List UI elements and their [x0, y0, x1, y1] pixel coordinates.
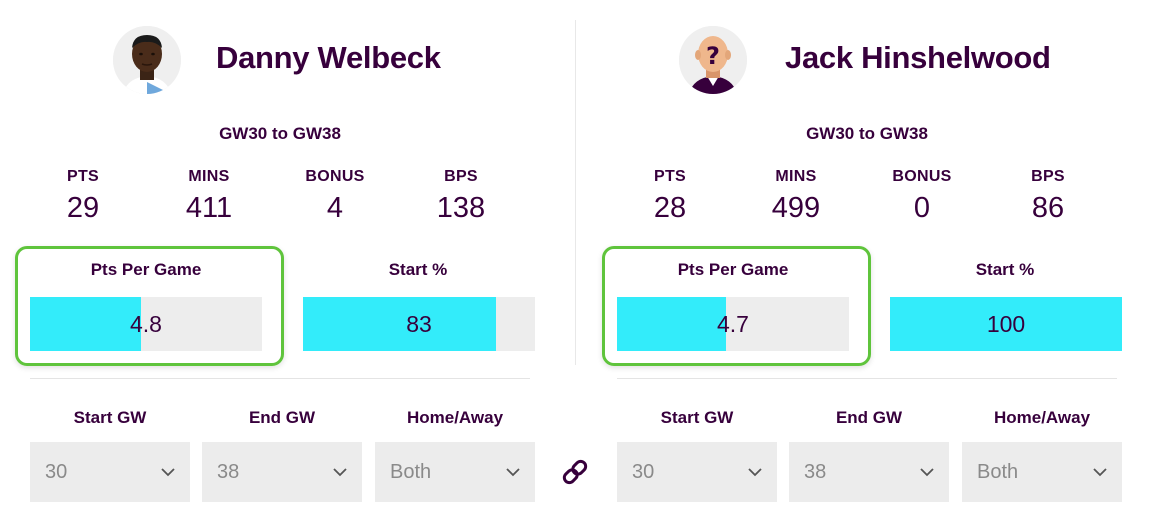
- stat-value: 0: [913, 192, 931, 224]
- link-filters-button[interactable]: [558, 455, 592, 489]
- filter-label: Start GW: [73, 408, 147, 427]
- metric-bar-track: 4.7: [617, 297, 849, 351]
- select-value: 38: [804, 461, 827, 483]
- metric-label: Start %: [975, 260, 1035, 279]
- stat-bonus: BONUS 0: [859, 168, 985, 225]
- filter-label: Start GW: [660, 408, 734, 427]
- panel-divider: [575, 20, 576, 365]
- stat-label: PTS: [66, 168, 100, 185]
- stat-label: MINS: [775, 168, 817, 185]
- player-name: Danny Welbeck: [216, 40, 441, 75]
- player-avatar: [113, 26, 181, 94]
- metric-start-percent: Start % 100: [879, 248, 1131, 364]
- stat-value: 499: [771, 192, 821, 224]
- stat-value: 28: [653, 192, 687, 224]
- select-value: 38: [217, 461, 240, 483]
- end-gw-filter: End GW 38: [202, 408, 362, 502]
- player-panel-2: ? Jack Hinshelwood GW30 to GW38 PTS 28 M…: [602, 0, 1127, 514]
- home-away-select[interactable]: Both: [375, 442, 535, 502]
- select-value: 30: [45, 461, 68, 483]
- metric-start-percent: Start % 83: [292, 248, 544, 364]
- metric-value: 4.8: [130, 311, 162, 337]
- filter-label: Home/Away: [993, 408, 1091, 427]
- player-header: ? Jack Hinshelwood: [607, 20, 1127, 100]
- stat-bps: BPS 138: [398, 168, 524, 225]
- section-divider: [617, 378, 1117, 379]
- stat-value: 138: [436, 192, 486, 224]
- stat-label: PTS: [653, 168, 687, 185]
- home-away-filter: Home/Away Both: [375, 408, 535, 502]
- metric-bar-track: 4.8: [30, 297, 262, 351]
- start-gw-filter: Start GW 30: [617, 408, 777, 502]
- stat-label: BPS: [444, 168, 478, 185]
- stat-mins: MINS 499: [733, 168, 859, 225]
- stat-label: BONUS: [305, 168, 365, 185]
- stat-label: BPS: [1031, 168, 1065, 185]
- gameweek-range: GW30 to GW38: [806, 124, 928, 143]
- metric-bar-track: 83: [303, 297, 535, 351]
- player-avatar-placeholder: ?: [679, 26, 747, 94]
- metric-value: 4.7: [717, 311, 749, 337]
- chevron-down-icon: [920, 468, 934, 477]
- chevron-down-icon: [748, 468, 762, 477]
- stat-bonus: BONUS 4: [272, 168, 398, 225]
- player-header: Danny Welbeck: [20, 20, 540, 100]
- start-gw-filter: Start GW 30: [30, 408, 190, 502]
- chevron-down-icon: [506, 468, 520, 477]
- metric-label: Start %: [388, 260, 448, 279]
- gameweek-range: GW30 to GW38: [219, 124, 341, 143]
- select-value: Both: [390, 461, 432, 483]
- filter-label: Home/Away: [406, 408, 504, 427]
- stat-value: 411: [185, 192, 233, 224]
- filters-row: Start GW 30 End GW 38 Home/Away Both: [617, 408, 1123, 503]
- stat-value: 4: [326, 192, 344, 224]
- filter-label: End GW: [248, 408, 316, 427]
- stat-pts: PTS 29: [20, 168, 146, 225]
- stat-mins: MINS 411: [146, 168, 272, 225]
- player-name: Jack Hinshelwood: [785, 40, 1051, 75]
- end-gw-select[interactable]: 38: [789, 442, 949, 502]
- player-panel-1: Danny Welbeck GW30 to GW38 PTS 29 MINS 4…: [15, 0, 540, 514]
- metric-label: Pts Per Game: [677, 260, 789, 279]
- start-gw-select[interactable]: 30: [617, 442, 777, 502]
- select-value: Both: [977, 461, 1019, 483]
- home-away-filter: Home/Away Both: [962, 408, 1122, 502]
- metric-pts-per-game: Pts Per Game 4.8: [15, 246, 284, 366]
- stat-bps: BPS 86: [985, 168, 1111, 225]
- metric-value: 83: [406, 311, 432, 337]
- chevron-down-icon: [333, 468, 347, 477]
- metric-pts-per-game: Pts Per Game 4.7: [602, 246, 871, 366]
- metric-bar-track: 100: [890, 297, 1122, 351]
- filter-label: End GW: [835, 408, 903, 427]
- stat-value: 86: [1031, 192, 1065, 224]
- link-icon: [562, 459, 588, 485]
- stat-label: BONUS: [892, 168, 952, 185]
- metric-value: 100: [986, 311, 1026, 337]
- stat-pts: PTS 28: [607, 168, 733, 225]
- stats-row: PTS 29 MINS 411 BONUS 4 BPS 138: [20, 168, 540, 225]
- metric-label: Pts Per Game: [90, 260, 202, 279]
- end-gw-filter: End GW 38: [789, 408, 949, 502]
- start-gw-select[interactable]: 30: [30, 442, 190, 502]
- stat-value: 29: [66, 192, 100, 224]
- filters-row: Start GW 30 End GW 38 Home/Away Both: [30, 408, 536, 503]
- select-value: 30: [632, 461, 655, 483]
- home-away-select[interactable]: Both: [962, 442, 1122, 502]
- section-divider: [30, 378, 530, 379]
- stat-label: MINS: [188, 168, 230, 185]
- svg-text:?: ?: [706, 42, 720, 70]
- chevron-down-icon: [1093, 468, 1107, 477]
- end-gw-select[interactable]: 38: [202, 442, 362, 502]
- stats-row: PTS 28 MINS 499 BONUS 0 BPS 86: [607, 168, 1127, 225]
- chevron-down-icon: [161, 468, 175, 477]
